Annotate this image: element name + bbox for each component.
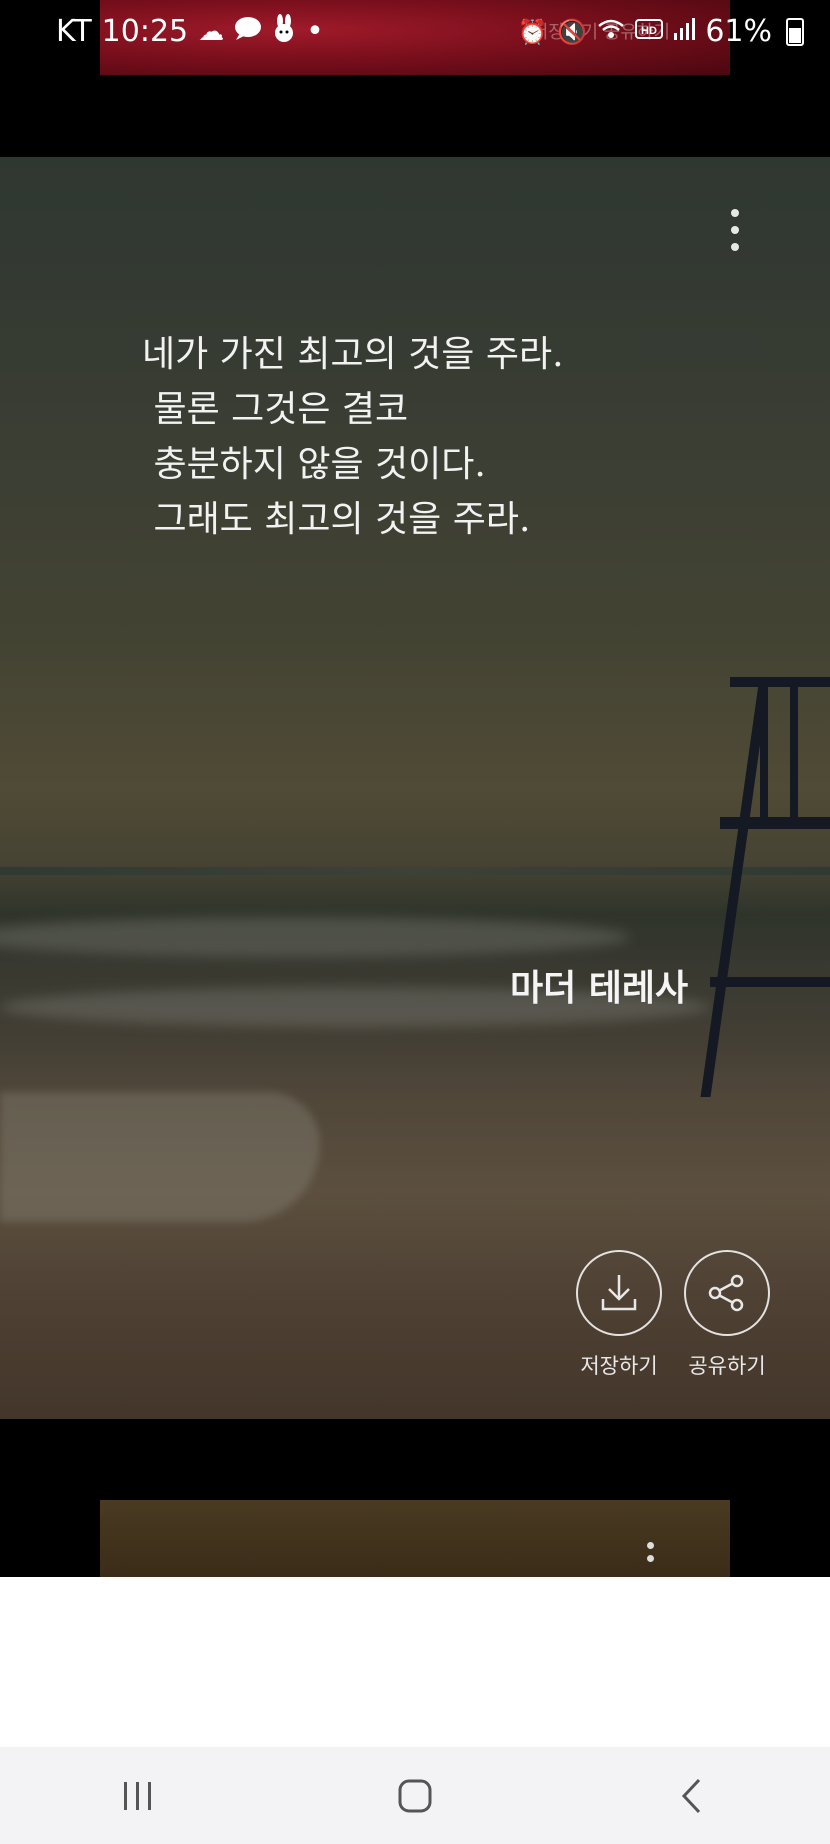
quote-card[interactable]: 네가 가진 최고의 것을 주라. 물론 그것은 결코 충분하지 않을 것이다. …: [0, 157, 830, 1419]
home-icon: [398, 1779, 432, 1812]
carrier-label: KT: [56, 14, 92, 49]
quote-author: 마더 테레사: [510, 968, 689, 1009]
svg-text:HD: HD: [641, 25, 657, 37]
system-navigation-bar: [0, 1747, 830, 1844]
home-button[interactable]: [375, 1766, 455, 1826]
battery-percent: 61%: [705, 14, 772, 49]
next-quote-card[interactable]: [100, 1500, 730, 1577]
share-label: 공유하기: [688, 1354, 766, 1378]
more-options-button[interactable]: [720, 205, 750, 255]
signal-icon: [673, 17, 696, 47]
save-action[interactable]: 저장하기: [574, 1250, 664, 1380]
status-bar: KT 10:25 ☁ • ⏰ 🔇 HD 61%: [0, 0, 830, 70]
more-dot-icon: [731, 226, 739, 234]
mute-icon: 🔇: [557, 17, 588, 46]
speech-bubble-icon: [234, 15, 262, 48]
status-bar-right: ⏰ 🔇 HD 61%: [518, 14, 804, 49]
quote-line: 충분하지 않을 것이다.: [142, 444, 486, 485]
bottom-blank-area: [0, 1577, 830, 1747]
back-icon: [681, 1778, 700, 1813]
share-icon: [708, 1274, 744, 1312]
more-dot-icon: [731, 243, 739, 251]
cloud-icon: ☁: [198, 16, 225, 47]
recent-apps-icon: [124, 1781, 152, 1810]
share-button[interactable]: [684, 1250, 770, 1336]
quote-line: 그래도 최고의 것을 주라.: [142, 499, 531, 540]
wifi-icon: [597, 18, 625, 46]
alarm-icon: ⏰: [517, 17, 548, 46]
more-dot-icon: [731, 209, 739, 217]
share-action[interactable]: 공유하기: [682, 1250, 772, 1380]
hd-icon: HD: [635, 18, 664, 46]
quote-line: 물론 그것은 결코: [142, 389, 409, 430]
recent-apps-button[interactable]: [98, 1766, 178, 1826]
download-icon: [601, 1275, 637, 1311]
battery-icon: [786, 17, 804, 46]
clock: 10:25: [101, 14, 189, 49]
rabbit-icon: [272, 14, 296, 49]
quote-text: 네가 가진 최고의 것을 주라. 물론 그것은 결코 충분하지 않을 것이다. …: [142, 327, 564, 547]
quote-line: 네가 가진 최고의 것을 주라.: [142, 334, 564, 375]
save-label: 저장하기: [580, 1354, 658, 1378]
save-button[interactable]: [576, 1250, 662, 1336]
notification-dot: •: [306, 14, 324, 49]
next-card-more-icon[interactable]: [647, 1542, 654, 1562]
status-bar-left: KT 10:25 ☁ •: [56, 14, 324, 49]
back-button[interactable]: [652, 1766, 732, 1826]
